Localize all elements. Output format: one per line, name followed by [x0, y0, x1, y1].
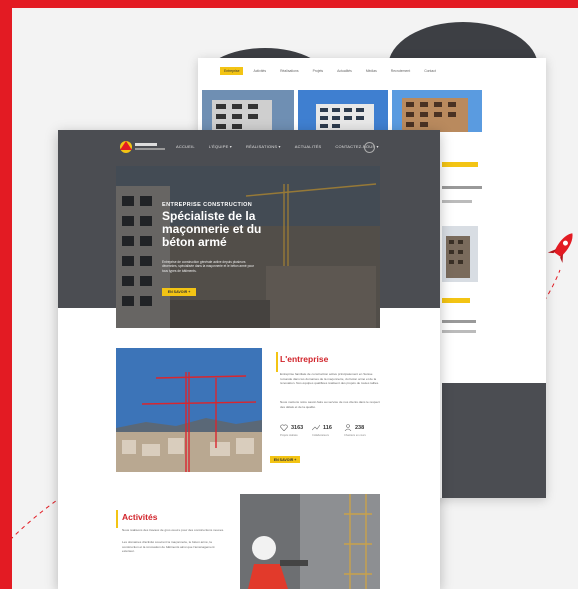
entreprise-text-1: Entreprise familiale de construction act…	[280, 372, 380, 385]
hero-section: ENTREPRISE CONSTRUCTION Spécialiste de l…	[116, 166, 380, 328]
back-page-nav: Entreprise Activités Réalisations Projet…	[198, 58, 546, 84]
back-tag	[442, 162, 478, 167]
stat-collaborateurs: 116	[312, 424, 332, 431]
section-accent-bar	[276, 352, 278, 372]
nav-item-actualites[interactable]: ACTUALITÉS	[295, 144, 322, 149]
hero-text: Entreprise de construction générale acti…	[162, 260, 254, 273]
back-nav-item[interactable]: Projets	[309, 67, 328, 75]
main-nav: ACCUEIL L'ÉQUIPE ▾ RÉALISATIONS ▾ ACTUAL…	[58, 130, 440, 164]
back-nav-item[interactable]: Contact	[420, 67, 440, 75]
back-nav-item[interactable]: Activités	[249, 67, 270, 75]
stat-chantiers: 238	[344, 424, 364, 431]
search-icon[interactable]	[364, 142, 375, 153]
stat-value: 3163	[291, 424, 304, 431]
back-page-footer	[442, 383, 546, 498]
building-photo-1[interactable]	[202, 90, 294, 132]
rocket-icon	[548, 233, 573, 263]
hero-cta-button[interactable]: EN SAVOIR +	[162, 288, 196, 296]
worker-photo	[240, 494, 380, 589]
stat-projets: 3163	[280, 424, 303, 431]
entreprise-text-2: Nous mettons notre savoir-faire au servi…	[280, 400, 380, 409]
nav-item-realisations[interactable]: RÉALISATIONS ▾	[246, 144, 281, 149]
building-photo-4[interactable]	[442, 226, 478, 282]
back-text-line	[442, 200, 472, 203]
activites-text-1: Nous réalisons des travaux de gros œuvre…	[122, 528, 224, 532]
hero-title: Spécialiste de la maçonnerie et du béton…	[162, 209, 262, 249]
person-icon	[344, 424, 352, 431]
nav-item-accueil[interactable]: ACCUEIL	[176, 144, 195, 149]
stat-label: Chantiers en cours	[344, 434, 366, 437]
entreprise-title: L'entreprise	[280, 354, 329, 364]
activites-title: Activités	[122, 512, 158, 522]
building-photo-2[interactable]	[298, 90, 388, 132]
back-text-line	[442, 186, 482, 189]
chart-icon	[312, 424, 320, 431]
heart-icon	[280, 424, 288, 431]
back-text-line	[442, 320, 476, 323]
back-tag	[442, 298, 470, 303]
back-text-line	[442, 330, 476, 333]
back-nav-item[interactable]: Recrutement	[387, 67, 414, 75]
company-logo[interactable]	[118, 138, 178, 156]
nav-item-equipe[interactable]: L'ÉQUIPE ▾	[209, 144, 232, 149]
building-photo-3[interactable]	[392, 90, 482, 132]
stat-value: 238	[355, 424, 365, 431]
stat-label: Projets réalisés	[280, 434, 298, 437]
back-nav-item[interactable]: Actualités	[333, 67, 356, 75]
back-nav-item[interactable]: Médias	[362, 67, 381, 75]
activites-text-2: Les domaines d'activité couvrent la maço…	[122, 540, 215, 553]
back-nav-item[interactable]: Entreprise	[220, 67, 244, 75]
stat-label: Collaborateurs	[312, 434, 329, 437]
front-page-preview: ACCUEIL L'ÉQUIPE ▾ RÉALISATIONS ▾ ACTUAL…	[58, 130, 440, 589]
back-nav-item[interactable]: Réalisations	[276, 67, 302, 75]
section-accent-bar	[116, 510, 118, 528]
crane-photo	[116, 348, 262, 472]
stat-value: 116	[323, 424, 332, 431]
hero-eyebrow: ENTREPRISE CONSTRUCTION	[162, 202, 253, 208]
entreprise-button[interactable]: EN SAVOIR +	[270, 456, 300, 463]
